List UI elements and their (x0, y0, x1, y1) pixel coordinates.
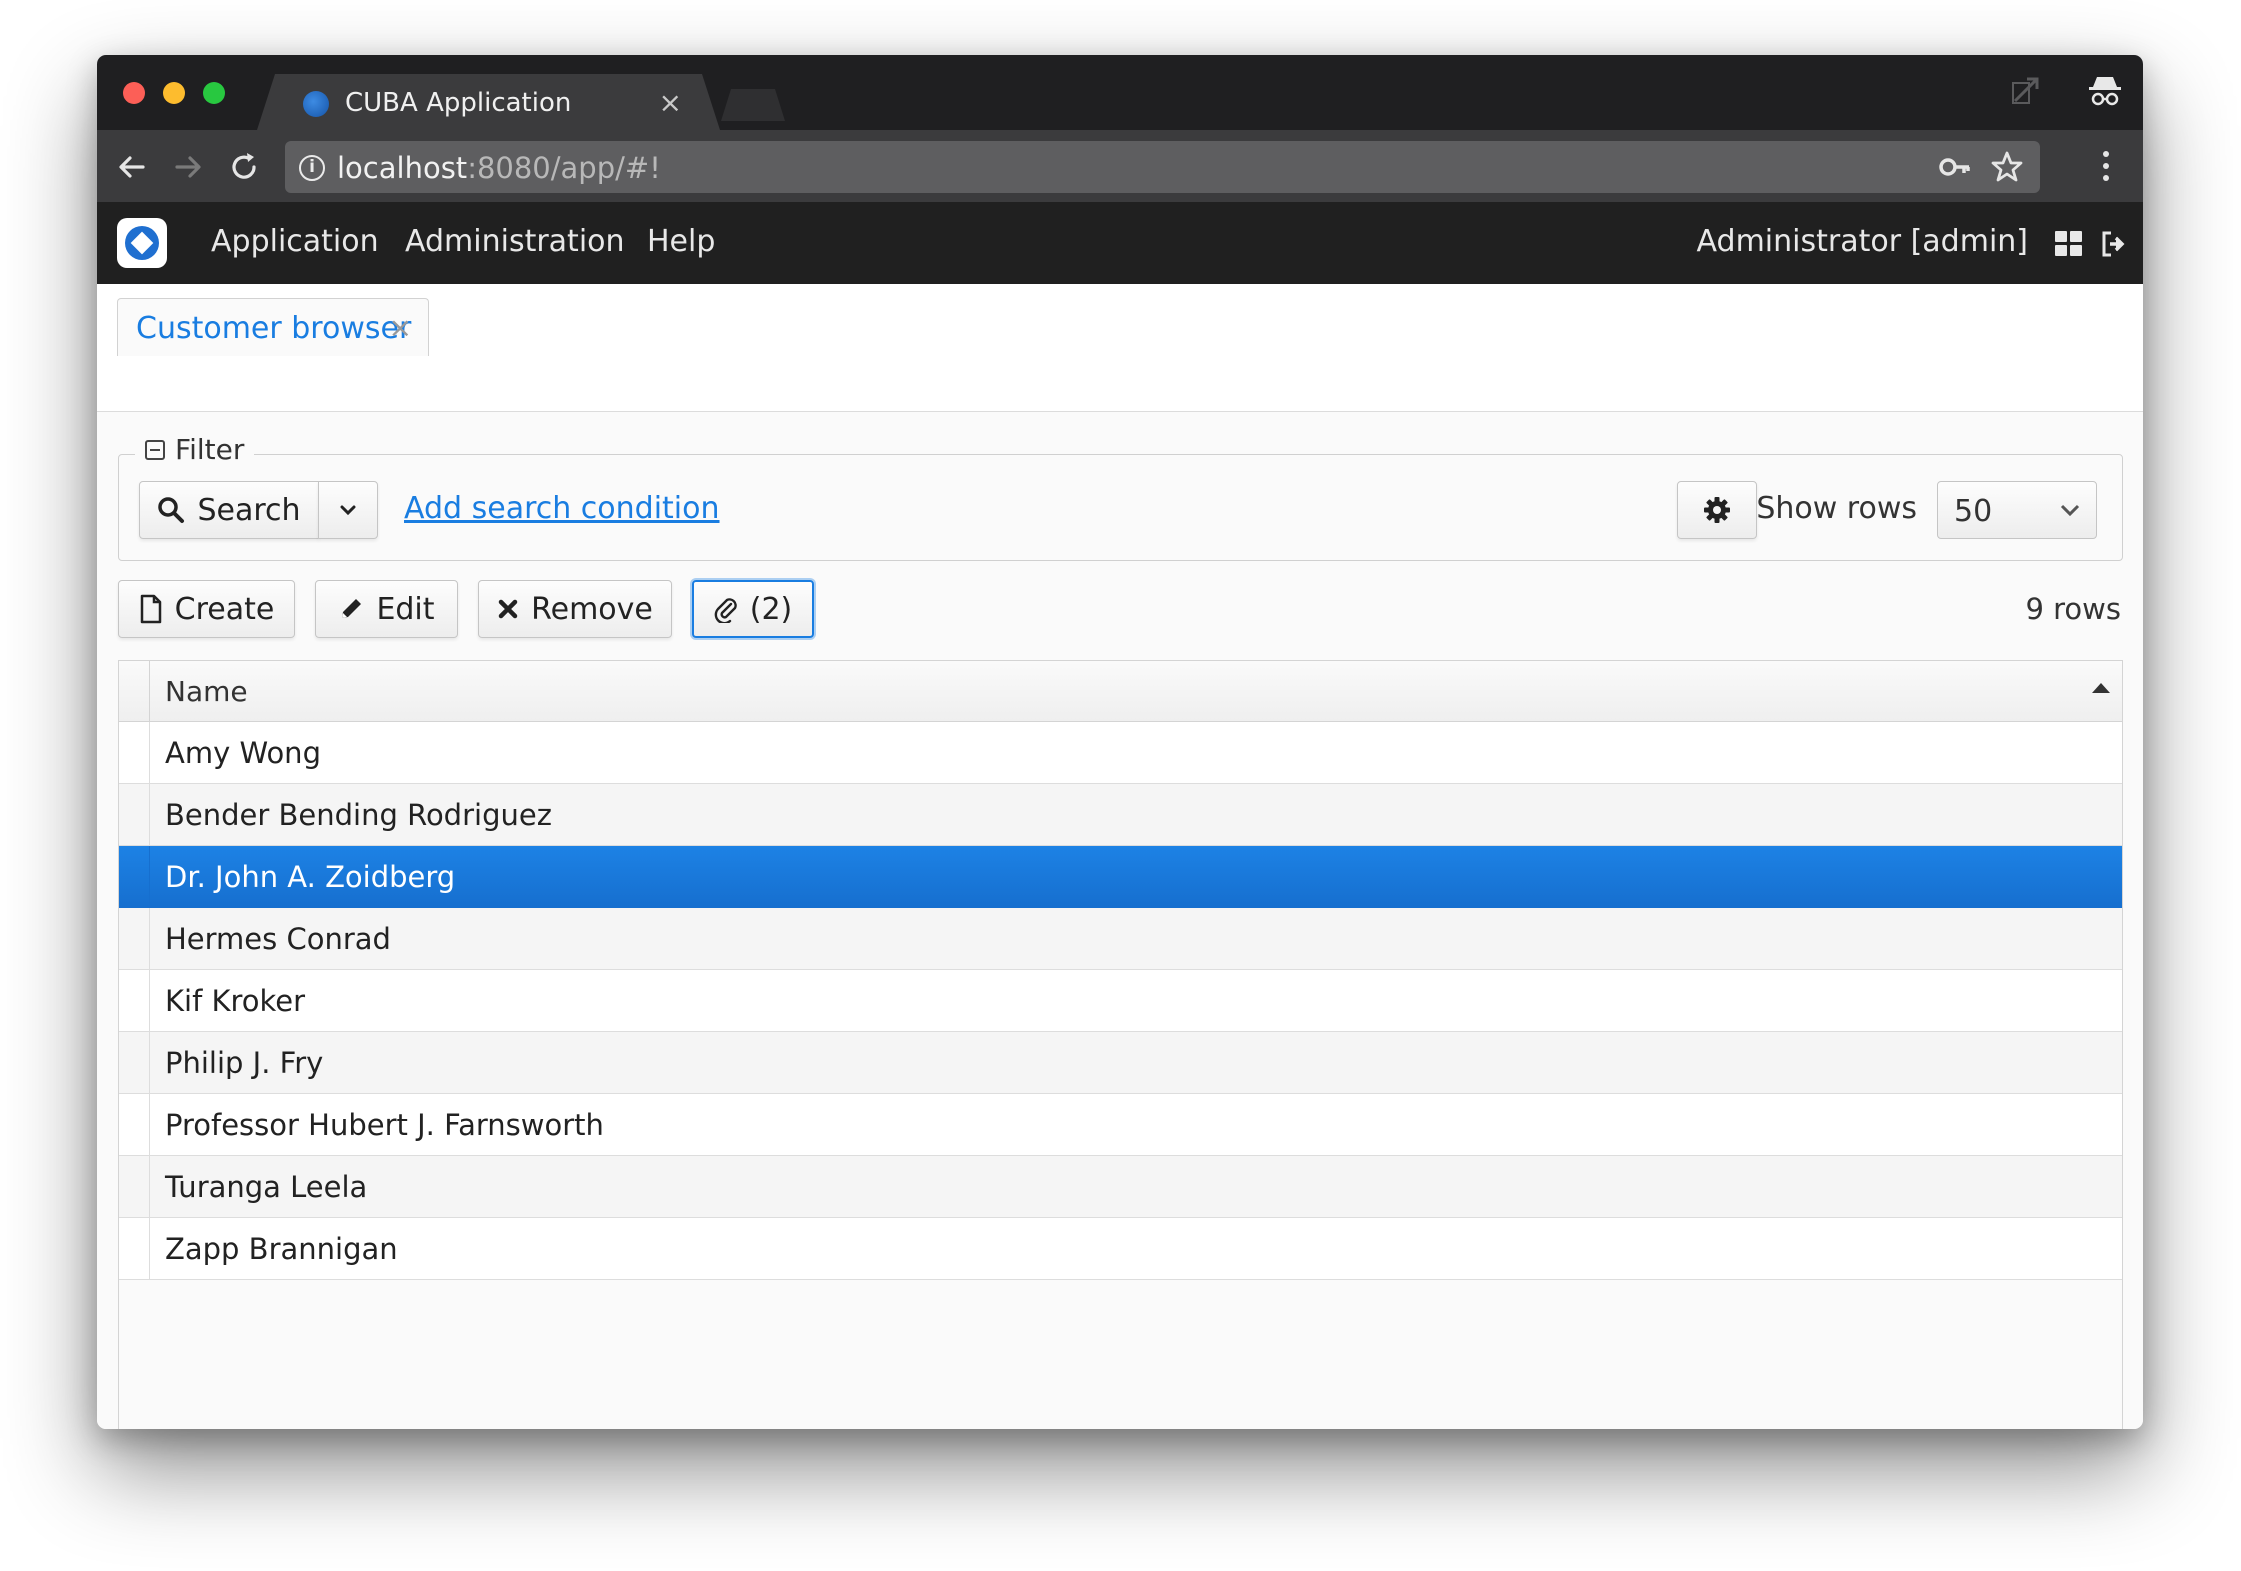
grid-icon[interactable] (2055, 231, 2083, 257)
browser-toolbar: i localhost:8080/app/#! (97, 130, 2143, 202)
row-selection-cell[interactable] (119, 908, 150, 969)
screen-tabstrip: Customer browser × (97, 284, 2143, 412)
cell-name: Amy Wong (165, 736, 321, 770)
tab-customer-browser[interactable]: Customer browser × (117, 298, 429, 356)
row-selection-cell[interactable] (119, 846, 150, 907)
cell-name: Turanga Leela (165, 1170, 368, 1204)
customers-table: Name Amy Wong Bender Bending Rodriguez D… (118, 660, 2123, 1429)
browser-tab[interactable]: CUBA Application × (257, 74, 720, 130)
collapse-icon[interactable] (145, 439, 165, 460)
url-text[interactable]: localhost:8080/app/#! (337, 151, 661, 185)
browser-window: CUBA Application × i localhost:8080/app/… (97, 55, 2143, 1429)
show-rows-select[interactable]: 50 (1937, 481, 2097, 539)
filter-panel: Filter Search Add search condition Show … (118, 433, 2123, 561)
x-icon (498, 599, 518, 619)
new-tab-button[interactable] (721, 89, 785, 121)
table-header: Name (119, 661, 2122, 722)
row-selection-cell[interactable] (119, 784, 150, 845)
edit-button[interactable]: Edit (315, 580, 458, 638)
bookmark-star-icon[interactable] (1990, 150, 2024, 184)
pencil-icon (342, 599, 362, 618)
paperclip-icon (714, 598, 737, 623)
table-rows: Amy Wong Bender Bending Rodriguez Dr. Jo… (119, 722, 2122, 1280)
table-row[interactable]: Turanga Leela (119, 1156, 2122, 1218)
search-dropdown-button[interactable] (318, 481, 378, 539)
back-arrow-icon[interactable] (115, 150, 149, 184)
logout-icon[interactable] (2099, 229, 2129, 259)
screen-tab-label: Customer browser (136, 311, 412, 346)
row-selection-cell[interactable] (119, 1218, 150, 1279)
filter-title: Filter (175, 433, 245, 466)
gear-icon (1704, 497, 1730, 523)
show-rows-value: 50 (1954, 494, 1993, 529)
filter-settings-button[interactable] (1677, 481, 1757, 539)
menu-item-administration[interactable]: Administration (405, 224, 625, 259)
main-content: Customer browser × Filter Search Add sea… (97, 284, 2143, 1429)
user-label[interactable]: Administrator [admin] (1697, 224, 2028, 259)
add-search-condition-link[interactable]: Add search condition (404, 491, 720, 526)
filter-legend[interactable]: Filter (135, 433, 255, 466)
cuba-logo-icon[interactable] (117, 218, 167, 268)
address-bar[interactable]: i localhost:8080/app/#! (285, 141, 2040, 193)
search-button-label: Search (197, 492, 301, 528)
table-row[interactable]: Kif Kroker (119, 970, 2122, 1032)
header-selection-cell (119, 661, 150, 721)
app-header: Application Administration Help Administ… (97, 202, 2143, 284)
browser-tab-title: CUBA Application (345, 88, 572, 118)
remove-button[interactable]: Remove (478, 580, 672, 638)
create-button[interactable]: Create (118, 580, 295, 638)
popout-icon[interactable] (2009, 73, 2043, 107)
table-row[interactable]: Bender Bending Rodriguez (119, 784, 2122, 846)
cell-name: Hermes Conrad (165, 922, 391, 956)
row-selection-cell[interactable] (119, 1156, 150, 1217)
table-row[interactable]: Zapp Brannigan (119, 1218, 2122, 1280)
reload-icon[interactable] (227, 150, 261, 184)
table-row[interactable]: Hermes Conrad (119, 908, 2122, 970)
cell-name: Dr. John A. Zoidberg (165, 860, 456, 894)
file-icon (140, 594, 161, 624)
column-header-name[interactable]: Name (165, 675, 248, 708)
attachments-button[interactable]: (2) (692, 580, 814, 638)
cell-name: Bender Bending Rodriguez (165, 798, 552, 832)
create-button-label: Create (174, 591, 275, 627)
table-row-selected[interactable]: Dr. John A. Zoidberg (119, 846, 2122, 908)
forward-arrow-icon[interactable] (171, 150, 205, 184)
menu-item-application[interactable]: Application (211, 224, 379, 259)
attachments-count: (2) (749, 591, 793, 627)
incognito-icon (2089, 77, 2121, 106)
remove-button-label: Remove (531, 591, 653, 627)
zoom-window-button[interactable] (203, 82, 225, 104)
search-button[interactable]: Search (139, 481, 319, 539)
browser-menu-icon[interactable] (2099, 149, 2113, 183)
screen-tab-close-icon[interactable]: × (389, 311, 412, 344)
minimize-window-button[interactable] (163, 82, 185, 104)
cell-name: Kif Kroker (165, 984, 306, 1018)
menu-item-help[interactable]: Help (647, 224, 715, 259)
close-window-button[interactable] (123, 82, 145, 104)
info-icon[interactable]: i (299, 155, 325, 181)
show-rows-label: Show rows (1756, 491, 1917, 526)
tab-close-icon[interactable]: × (659, 86, 682, 119)
search-icon (158, 497, 185, 523)
cell-name: Zapp Brannigan (165, 1232, 398, 1266)
chevron-down-icon (2060, 504, 2080, 517)
table-row[interactable]: Philip J. Fry (119, 1032, 2122, 1094)
rows-count-label: 9 rows (2025, 592, 2121, 626)
row-selection-cell[interactable] (119, 722, 150, 783)
sort-ascending-icon[interactable] (2092, 683, 2110, 693)
table-row[interactable]: Amy Wong (119, 722, 2122, 784)
cell-name: Professor Hubert J. Farnsworth (165, 1108, 604, 1142)
chevron-down-icon (340, 505, 356, 516)
cuba-favicon-icon (303, 91, 329, 117)
browser-titlebar: CUBA Application × (97, 55, 2143, 130)
row-selection-cell[interactable] (119, 1094, 150, 1155)
key-icon[interactable] (1938, 150, 1972, 184)
row-selection-cell[interactable] (119, 970, 150, 1031)
row-selection-cell[interactable] (119, 1032, 150, 1093)
edit-button-label: Edit (376, 591, 435, 627)
cell-name: Philip J. Fry (165, 1046, 324, 1080)
table-row[interactable]: Professor Hubert J. Farnsworth (119, 1094, 2122, 1156)
